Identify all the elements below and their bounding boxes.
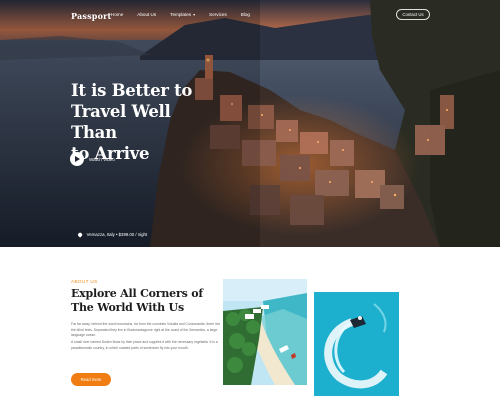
jetski-photo (314, 292, 399, 396)
location-text: Vernazza, Italy • $399.00 / night (86, 232, 148, 237)
play-icon[interactable] (70, 152, 84, 166)
location-pin-icon (77, 231, 83, 238)
watch-video-label: Watch Video (89, 156, 115, 162)
about-paragraph-1: Far far away, behind the word mountains,… (71, 322, 221, 338)
top-navigation: Passport Home About Us Templates ▾ Servic… (0, 0, 500, 34)
beach-photo (223, 279, 307, 385)
watch-video-button[interactable]: Watch Video (70, 152, 115, 166)
nav-link-about-us[interactable]: About Us (137, 12, 156, 17)
location-info: Vernazza, Italy • $399.00 / night (77, 231, 148, 238)
about-tag: ABOUT US (71, 279, 98, 284)
nav-links: Home About Us Templates ▾ Services Blog (111, 12, 250, 17)
nav-link-templates[interactable]: Templates ▾ (170, 12, 195, 17)
hero-section: Passport Home About Us Templates ▾ Servic… (0, 0, 500, 247)
nav-link-home[interactable]: Home (111, 12, 123, 17)
read-more-button[interactable]: Read more (71, 373, 111, 386)
about-paragraph-2: A small river named Duden flows by their… (71, 340, 218, 350)
nav-link-services[interactable]: Services (209, 12, 227, 17)
contact-us-button[interactable]: Contact Us (396, 9, 430, 20)
nav-link-blog[interactable]: Blog (241, 12, 250, 17)
site-logo[interactable]: Passport (71, 11, 111, 21)
about-title: Explore All Corners of The World With Us (71, 287, 203, 314)
chevron-down-icon: ▾ (193, 12, 196, 17)
